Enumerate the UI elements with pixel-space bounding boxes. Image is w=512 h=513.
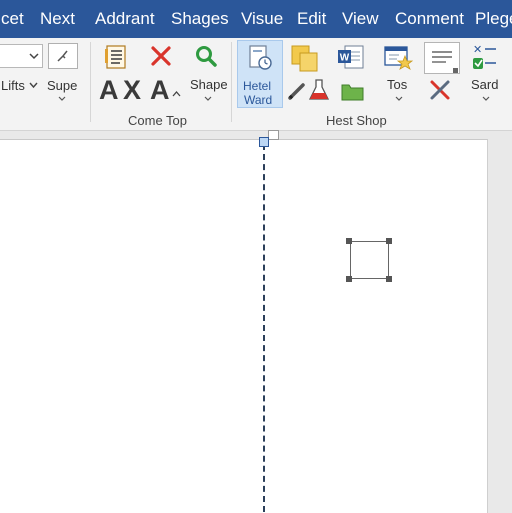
selected-shape[interactable] xyxy=(350,241,389,279)
lists-chevron-icon[interactable] xyxy=(29,82,38,89)
svg-text:✕: ✕ xyxy=(473,44,482,56)
tos-chevron-icon[interactable] xyxy=(395,96,403,102)
copy-pages-icon[interactable] xyxy=(290,44,320,72)
chevron-down-icon xyxy=(29,53,39,60)
menu-item-visue[interactable]: Visue xyxy=(241,0,283,38)
chevron-up-icon[interactable] xyxy=(172,90,181,97)
menu-item-addrant[interactable]: Addrant xyxy=(95,0,155,38)
shape-chevron-icon[interactable] xyxy=(204,96,212,102)
word-icon-letter: W xyxy=(340,53,350,64)
document-page[interactable] xyxy=(0,130,488,513)
sard-label[interactable]: Sard xyxy=(471,77,498,92)
tos-label[interactable]: Tos xyxy=(387,77,407,92)
shape-handle-top-left[interactable] xyxy=(346,238,352,244)
style-letter-a[interactable]: A xyxy=(99,75,119,106)
flask-icon[interactable] xyxy=(308,78,330,102)
menu-item-view[interactable]: View xyxy=(342,0,379,38)
folder-icon[interactable] xyxy=(340,80,366,102)
font-dropdown[interactable] xyxy=(0,44,43,68)
vertical-guide-line[interactable] xyxy=(263,144,265,512)
menu-item-next[interactable]: Next xyxy=(40,0,75,38)
top-tab-marker xyxy=(268,130,279,140)
ribbon: Lifts Supe A X A Shape Come Top Hetel Wa… xyxy=(0,38,512,131)
delete-x-icon[interactable] xyxy=(150,45,172,67)
sard-chevron-icon[interactable] xyxy=(482,96,490,102)
shape-label[interactable]: Shape xyxy=(190,77,228,92)
menu-bar: cet Next Addrant Shages Visue Edit View … xyxy=(0,0,512,38)
shape-handle-bottom-right[interactable] xyxy=(386,276,392,282)
supe-chevron-icon[interactable] xyxy=(58,96,66,102)
menu-item-plege[interactable]: Plege xyxy=(475,0,512,38)
menu-item-cet[interactable]: cet xyxy=(1,0,24,38)
window-star-icon[interactable] xyxy=(383,44,413,72)
group-label-hest-shop: Hest Shop xyxy=(326,113,387,128)
list-document-icon[interactable] xyxy=(104,44,128,70)
group-label-come-top: Come Top xyxy=(128,113,188,128)
page-lines-icon xyxy=(432,51,452,63)
hetel-ward-line1: Hetel xyxy=(243,79,272,93)
checklist-icon[interactable]: ✕ xyxy=(470,41,500,73)
hetel-ward-line2: Ward xyxy=(244,93,273,107)
supe-label[interactable]: Supe xyxy=(47,78,77,93)
format-painter-icon xyxy=(57,50,68,62)
ribbon-separator xyxy=(90,42,91,122)
style-letter-a-second[interactable]: A xyxy=(150,75,170,106)
menu-item-edit[interactable]: Edit xyxy=(297,0,326,38)
guide-handle[interactable] xyxy=(259,137,269,147)
shape-handle-top-right[interactable] xyxy=(386,238,392,244)
shape-handle-bottom-left[interactable] xyxy=(346,276,352,282)
page-layout-button[interactable] xyxy=(424,42,460,74)
document-clock-icon xyxy=(249,45,272,70)
pencil-icon[interactable] xyxy=(287,81,307,101)
hetel-ward-button[interactable]: Hetel Ward xyxy=(237,40,283,108)
find-magnifier-icon[interactable] xyxy=(194,44,218,68)
corner-marker-icon xyxy=(453,68,458,73)
ribbon-separator xyxy=(231,42,232,122)
lists-label[interactable]: Lifts xyxy=(1,78,25,93)
tools-icon[interactable] xyxy=(428,78,452,102)
menu-item-shages[interactable]: Shages xyxy=(171,0,229,38)
style-letter-x[interactable]: X xyxy=(123,75,141,106)
menu-item-conment[interactable]: Conment xyxy=(395,0,464,38)
format-painter-button[interactable] xyxy=(48,43,78,69)
word-document-icon[interactable]: W xyxy=(337,44,365,70)
